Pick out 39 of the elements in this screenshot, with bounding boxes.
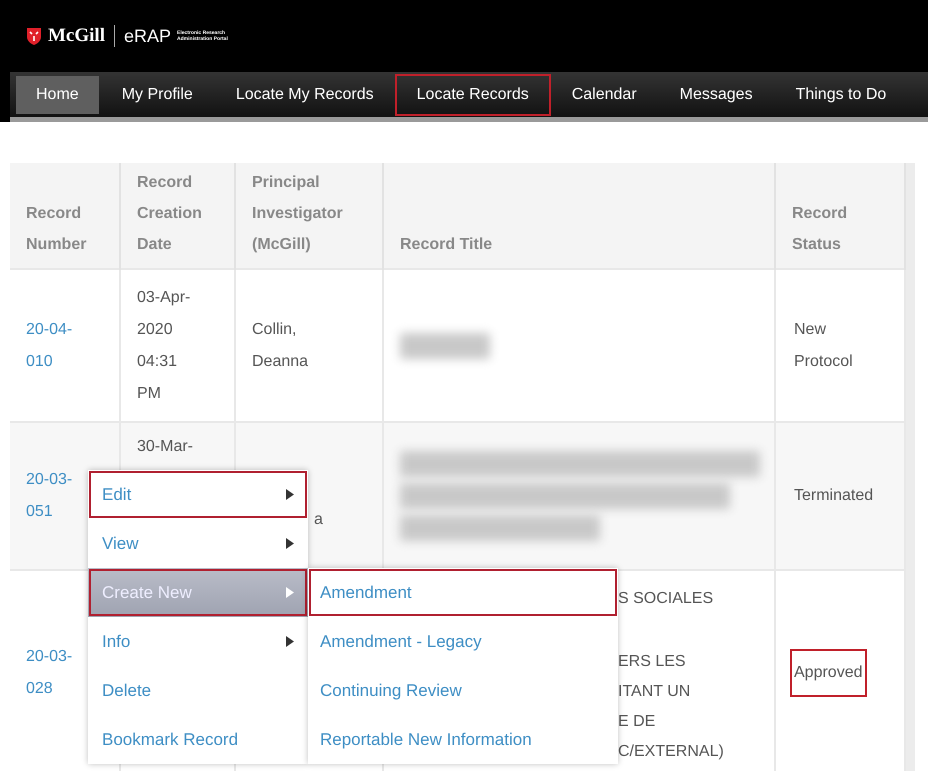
app-name: eRAP (124, 26, 172, 46)
date-text: 03-Apr-2020 04:31 PM (137, 288, 192, 404)
menu-item[interactable]: View (88, 519, 308, 568)
menu-item[interactable]: Bookmark Record (88, 715, 308, 764)
title-text: ERS LES (618, 652, 687, 672)
nav-tab[interactable]: Messages (660, 76, 773, 114)
menu-item[interactable]: Amendment - Legacy (308, 617, 618, 666)
date-text: 30-Mar- (137, 437, 194, 457)
nav-tab[interactable]: Locate Records (396, 76, 549, 114)
title-text: ITANT UN (618, 682, 692, 702)
nav-tab[interactable]: Home (16, 76, 99, 114)
title-text: C/EXTERNAL) (618, 742, 725, 762)
nav-tab[interactable]: Things to Do (776, 76, 906, 114)
menu-item[interactable]: Reportable New Information (308, 715, 618, 764)
investigator-text: Collin, Deanna (252, 320, 310, 372)
title-text: S SOCIALES (618, 589, 714, 609)
menu-item[interactable]: Create New (88, 568, 308, 617)
column-header: Record Number (26, 204, 88, 255)
title-text: E DE (618, 712, 656, 732)
status-text: Approved (792, 651, 864, 695)
menu-item[interactable]: Edit (88, 470, 308, 519)
record-link[interactable]: 20-03-028 (26, 641, 84, 705)
menu-item[interactable]: Delete (88, 666, 308, 715)
shield-logo-icon (26, 26, 42, 46)
menu-item[interactable]: Continuing Review (308, 666, 618, 715)
investigator-text: a (314, 510, 323, 530)
university-name: McGill (48, 25, 105, 47)
menu-item[interactable]: Info (88, 617, 308, 666)
nav-tab[interactable]: Locate My Records (216, 76, 394, 114)
column-header: Record Creation Date (137, 173, 203, 255)
column-header: Record Status (792, 204, 848, 255)
column-header: Record Title (400, 235, 492, 255)
record-link[interactable]: 20-04-010 (26, 314, 84, 378)
status-text: Terminated (793, 486, 874, 506)
column-header: Principal Investigator (McGill) (252, 173, 344, 255)
nav-tab[interactable]: Calendar (552, 76, 657, 114)
menu-item[interactable]: Amendment (308, 568, 618, 617)
status-text: New Protocol (793, 320, 854, 372)
nav-tab[interactable]: My Profile (102, 76, 213, 114)
